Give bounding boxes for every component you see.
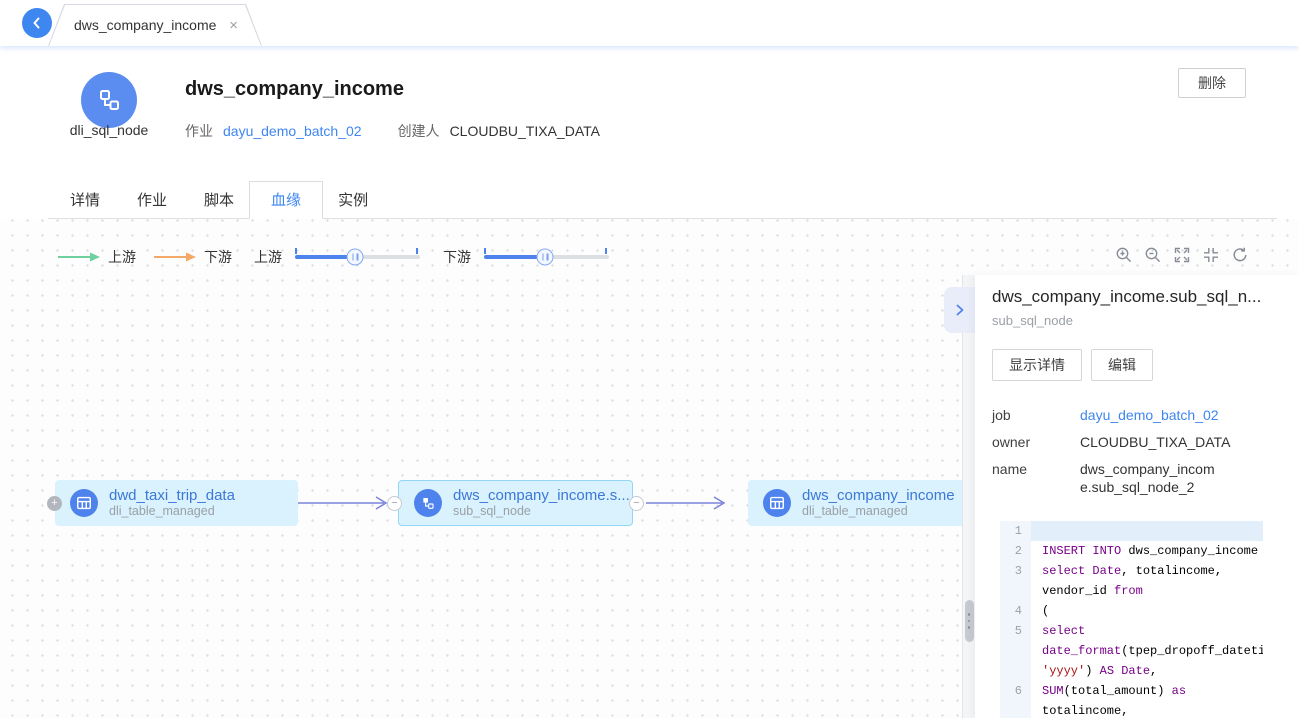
creator-label: 创建人 [398, 121, 440, 141]
code-text: SUM(total_amount) as totalincome, [1031, 681, 1263, 718]
node-subtitle: dli_table_managed [802, 504, 955, 519]
code-line: 2INSERT INTO dws_company_income [1000, 541, 1263, 561]
tab-details[interactable]: 详情 [70, 182, 100, 218]
node-title[interactable]: dws_company_income.s... [453, 487, 630, 504]
code-line: 5select date_format(tpep_dropoff_datetim… [1000, 621, 1263, 681]
code-text [1031, 521, 1263, 541]
close-tab-icon[interactable]: × [229, 18, 238, 33]
slider-tick [605, 248, 607, 254]
window-tab-bar: dws_company_income × [0, 0, 1299, 46]
refresh-icon[interactable] [1231, 246, 1249, 264]
collapse-node-icon[interactable]: − [387, 496, 402, 511]
downstream-arrow-icon [154, 251, 196, 263]
field-label: job [992, 406, 1080, 424]
field-job: job dayu_demo_batch_02 [992, 406, 1289, 424]
line-number: 6 [1000, 681, 1031, 718]
slider-tick [484, 248, 486, 254]
lineage-node-dws-company-income[interactable]: dws_company_income dli_table_managed [748, 480, 962, 526]
collapse-node-icon[interactable]: − [629, 496, 644, 511]
zoom-out-icon[interactable] [1144, 246, 1162, 264]
panel-title: dws_company_income.sub_sql_n... [992, 287, 1291, 307]
line-number: 2 [1000, 541, 1031, 561]
downstream-slider-label: 下游 [443, 247, 471, 267]
slider-handle[interactable] [537, 249, 554, 266]
lineage-edges [0, 219, 962, 718]
tab-job[interactable]: 作业 [137, 182, 167, 218]
field-owner: owner CLOUDBU_TIXA_DATA [992, 433, 1289, 451]
upstream-arrow-icon [58, 251, 100, 263]
code-text: select Date, totalincome, vendor_id from [1031, 561, 1263, 601]
downstream-depth-slider[interactable]: 下游 [443, 247, 609, 267]
job-label: 作业 [185, 121, 213, 141]
slider-track[interactable] [484, 255, 609, 259]
delete-button[interactable]: 删除 [1178, 68, 1246, 98]
creator-value: CLOUDBU_TIXA_DATA [450, 123, 600, 139]
node-detail-panel: dws_company_income.sub_sql_n... sub_sql_… [975, 275, 1299, 718]
field-label: owner [992, 433, 1080, 451]
line-number: 5 [1000, 621, 1031, 681]
tab-script[interactable]: 脚本 [204, 182, 234, 218]
expand-upstream-icon[interactable]: + [47, 496, 62, 511]
name-value: dws_company_income.sub_sql_node_2 [1080, 460, 1218, 496]
upstream-slider-label: 上游 [254, 247, 282, 267]
downstream-legend-label: 下游 [204, 247, 232, 267]
property-list: job dayu_demo_batch_02 owner CLOUDBU_TIX… [992, 406, 1289, 505]
field-name: name dws_company_income.sub_sql_node_2 [992, 460, 1289, 496]
node-title[interactable]: dwd_taxi_trip_data [109, 487, 235, 504]
chevron-right-icon [953, 303, 967, 317]
sql-node-glyph [94, 85, 124, 115]
slider-handle[interactable] [347, 249, 364, 266]
code-line: 6SUM(total_amount) as totalincome, [1000, 681, 1263, 718]
owner-value: CLOUDBU_TIXA_DATA [1080, 433, 1230, 451]
open-file-tab[interactable]: dws_company_income × [48, 4, 262, 46]
panel-collapse-button[interactable] [944, 287, 976, 333]
node-title[interactable]: dws_company_income [802, 487, 955, 504]
tab-lineage[interactable]: 血缘 [249, 181, 323, 219]
exit-fullscreen-icon[interactable] [1202, 246, 1220, 264]
node-type-label: dli_sql_node [48, 122, 170, 138]
panel-subtitle: sub_sql_node [992, 313, 1073, 328]
sql-node-icon [414, 489, 442, 517]
file-tab-title: dws_company_income [74, 17, 216, 33]
page-title: dws_company_income [185, 78, 404, 101]
slider-tick [295, 248, 297, 254]
lineage-node-dwd-taxi-trip-data[interactable]: dwd_taxi_trip_data dli_table_managed [55, 480, 298, 526]
code-line: 3select Date, totalincome, vendor_id fro… [1000, 561, 1263, 601]
job-value-link[interactable]: dayu_demo_batch_02 [1080, 406, 1230, 424]
node-type-icon [81, 72, 137, 128]
show-detail-button[interactable]: 显示详情 [992, 349, 1082, 381]
upstream-depth-slider[interactable]: 上游 [254, 247, 420, 267]
node-subtitle: dli_table_managed [109, 504, 235, 519]
table-icon [763, 489, 791, 517]
node-subtitle: sub_sql_node [453, 504, 630, 519]
code-text: INSERT INTO dws_company_income [1031, 541, 1263, 561]
expand-fullscreen-icon[interactable] [1173, 246, 1191, 264]
lineage-node-sub-sql[interactable]: dws_company_income.s... sub_sql_node [398, 480, 633, 526]
field-label: name [992, 460, 1080, 496]
upstream-legend-label: 上游 [108, 247, 136, 267]
header-meta: 作业 dayu_demo_batch_02 创建人 CLOUDBU_TIXA_D… [185, 121, 600, 141]
edge-legend: 上游 下游 [58, 247, 232, 267]
code-text: select date_format(tpep_dropoff_datetime… [1031, 621, 1263, 681]
slider-track[interactable] [295, 255, 420, 259]
slider-tick [416, 248, 418, 254]
sql-code-viewer[interactable]: 12INSERT INTO dws_company_income3select … [1000, 521, 1263, 718]
line-number: 4 [1000, 601, 1031, 621]
zoom-in-icon[interactable] [1115, 246, 1133, 264]
detail-tabs: 详情 作业 脚本 血缘 实例 [48, 186, 1277, 219]
tab-instance[interactable]: 实例 [338, 182, 368, 218]
edit-button[interactable]: 编辑 [1091, 349, 1153, 381]
line-number: 3 [1000, 561, 1031, 601]
chevron-left-icon [29, 15, 45, 31]
panel-drag-handle[interactable] [965, 600, 974, 642]
code-text: ( [1031, 601, 1263, 621]
panel-resize-strip[interactable] [962, 275, 975, 718]
line-number: 1 [1000, 521, 1031, 541]
code-line: 1 [1000, 521, 1263, 541]
canvas-toolbar [1115, 246, 1249, 264]
table-icon [70, 489, 98, 517]
code-line: 4( [1000, 601, 1263, 621]
job-link[interactable]: dayu_demo_batch_02 [223, 123, 362, 139]
